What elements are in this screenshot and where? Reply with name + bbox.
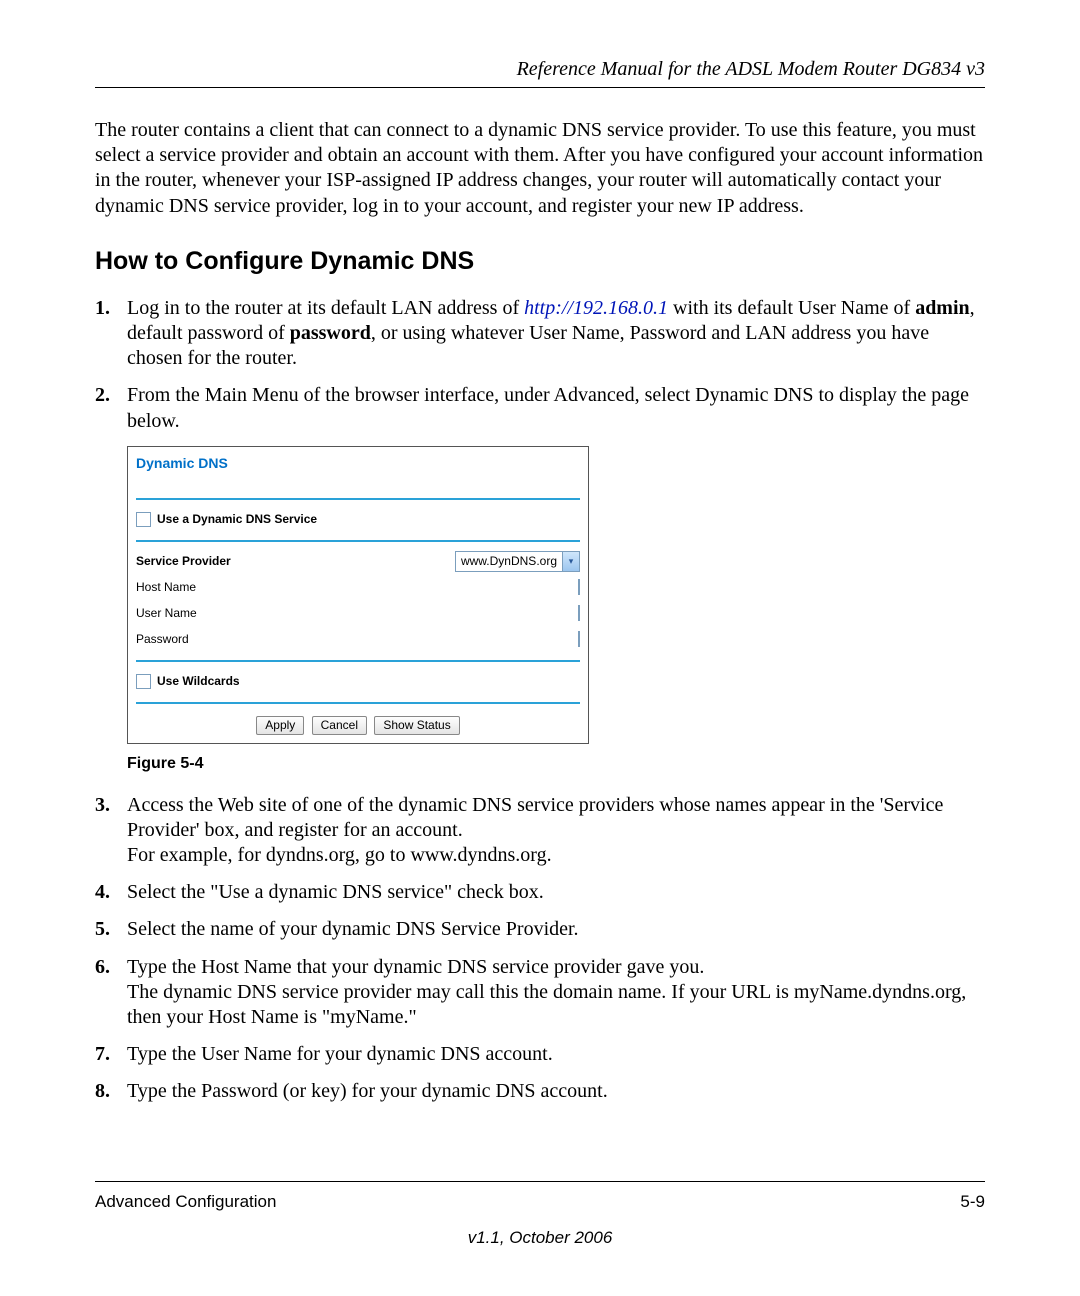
apply-button[interactable]: Apply (256, 716, 304, 735)
service-provider-label: Service Provider (136, 554, 296, 569)
use-dns-label: Use a Dynamic DNS Service (157, 512, 317, 527)
service-provider-select[interactable]: www.DynDNS.org ▾ (455, 551, 580, 572)
step-1-text-b: with its default User Name of (668, 297, 915, 319)
wildcards-label: Use Wildcards (157, 674, 240, 689)
figure-caption: Figure 5-4 (127, 754, 985, 774)
step-1-admin: admin (915, 297, 969, 319)
cancel-button[interactable]: Cancel (312, 716, 367, 735)
step-5: Select the name of your dynamic DNS Serv… (95, 917, 985, 942)
step-2: From the Main Menu of the browser interf… (95, 383, 985, 774)
step-4: Select the "Use a dynamic DNS service" c… (95, 880, 985, 905)
panel-divider-2 (136, 540, 580, 542)
step-1-text-a: Log in to the router at its default LAN … (127, 297, 524, 319)
panel-divider-4 (136, 702, 580, 704)
step-1: Log in to the router at its default LAN … (95, 296, 985, 372)
user-name-label: User Name (136, 606, 296, 621)
footer-page-number: 5-9 (960, 1192, 985, 1212)
router-lan-link[interactable]: http://192.168.0.1 (524, 297, 668, 319)
footer-rule (95, 1181, 985, 1182)
section-heading: How to Configure Dynamic DNS (95, 247, 985, 276)
password-input[interactable] (578, 631, 580, 647)
panel-title: Dynamic DNS (136, 453, 580, 481)
step-3-text-b: For example, for dyndns.org, go to www.d… (127, 844, 552, 866)
host-name-input[interactable] (578, 579, 580, 595)
step-2-text: From the Main Menu of the browser interf… (127, 384, 969, 431)
step-3-text-a: Access the Web site of one of the dynami… (127, 794, 943, 841)
show-status-button[interactable]: Show Status (374, 716, 459, 735)
step-6-text-a: Type the Host Name that your dynamic DNS… (127, 956, 704, 978)
chevron-down-icon[interactable]: ▾ (562, 552, 579, 571)
step-3: Access the Web site of one of the dynami… (95, 793, 985, 869)
router-panel: Dynamic DNS Use a Dynamic DNS Service Se… (127, 446, 589, 745)
step-7: Type the User Name for your dynamic DNS … (95, 1042, 985, 1067)
step-6: Type the Host Name that your dynamic DNS… (95, 955, 985, 1031)
panel-divider-3 (136, 660, 580, 662)
intro-paragraph: The router contains a client that can co… (95, 118, 985, 219)
footer-version: v1.1, October 2006 (95, 1228, 985, 1248)
service-provider-value: www.DynDNS.org (456, 554, 562, 569)
footer-section: Advanced Configuration (95, 1192, 276, 1212)
step-6-text-b: The dynamic DNS service provider may cal… (127, 981, 966, 1028)
step-1-password: password (290, 322, 371, 344)
steps-list: Log in to the router at its default LAN … (95, 296, 985, 1105)
wildcards-checkbox[interactable] (136, 674, 151, 689)
password-label: Password (136, 632, 296, 647)
header-rule (95, 87, 985, 88)
host-name-label: Host Name (136, 580, 296, 595)
step-8: Type the Password (or key) for your dyna… (95, 1079, 985, 1104)
use-dns-checkbox[interactable] (136, 512, 151, 527)
running-head: Reference Manual for the ADSL Modem Rout… (95, 58, 985, 81)
user-name-input[interactable] (578, 605, 580, 621)
panel-divider (136, 498, 580, 500)
